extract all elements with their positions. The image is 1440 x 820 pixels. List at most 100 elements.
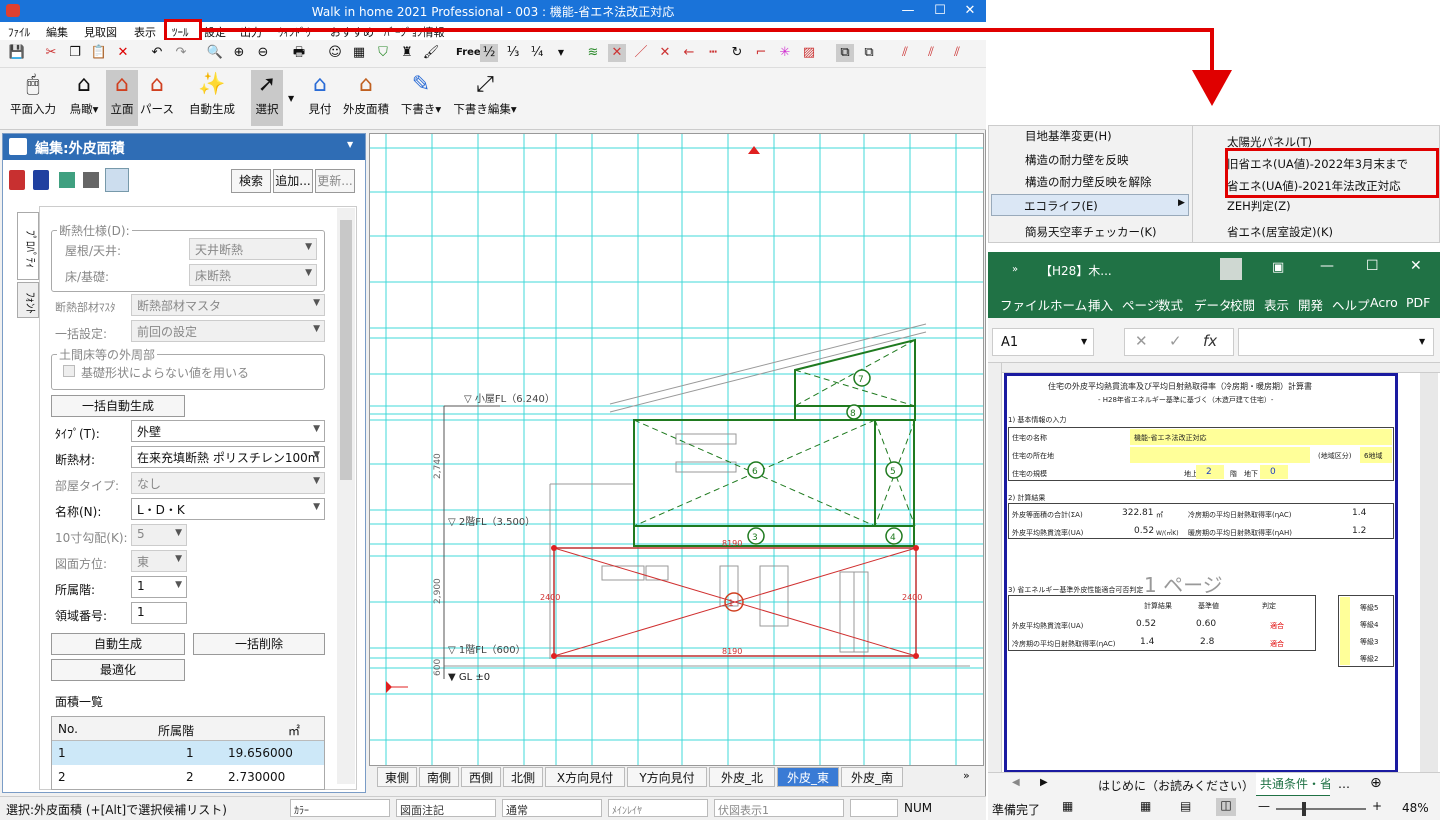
minimize-button[interactable]: —	[890, 0, 926, 22]
add-sheet-icon[interactable]: ⊕	[1370, 775, 1382, 791]
excel-close-button[interactable]: ✕	[1410, 258, 1422, 274]
tab-y-mitsuke[interactable]: Y方向見付	[627, 767, 707, 787]
paint-icon[interactable]: 🖌	[422, 44, 440, 62]
macro-record-icon[interactable]: ▦	[1062, 799, 1073, 813]
save-icon[interactable]: 💾	[8, 44, 26, 62]
excel-maximize-button[interactable]: ☐	[1366, 258, 1379, 274]
arc-icon[interactable]: ↻	[728, 44, 746, 62]
add-button[interactable]: 追加...	[273, 169, 313, 193]
xtab-acrobat[interactable]: Acro	[1370, 295, 1398, 310]
tab-prev-icon[interactable]: ◀	[1012, 777, 1020, 788]
zoom-in-icon[interactable]: ⊕	[230, 44, 248, 62]
plan-input-button[interactable]: 🖱 平面入力	[6, 70, 60, 126]
menu-floorplan[interactable]: 見取図	[84, 24, 117, 40]
select-button[interactable]: ➚ 選択	[251, 70, 283, 126]
panel-menu-arrow-icon[interactable]: ▼	[347, 140, 353, 149]
shield-icon[interactable]: ⛉	[374, 44, 392, 62]
qat-more-icon[interactable]: »	[1012, 264, 1018, 275]
tab-west[interactable]: 西側	[461, 767, 501, 787]
xtab-home[interactable]: ホーム	[1050, 295, 1087, 314]
cross-icon[interactable]: ✕	[656, 44, 674, 62]
menu-edit[interactable]: 編集	[46, 24, 68, 40]
layer-front-icon[interactable]: ⧉	[836, 44, 854, 62]
tab-next-icon[interactable]: ▶	[1040, 777, 1048, 788]
menu-zeh[interactable]: ZEH判定(Z)	[1227, 198, 1291, 214]
close-button[interactable]: ✕	[952, 0, 988, 22]
xtab-review[interactable]: 校閲	[1230, 295, 1255, 314]
property-scrollbar[interactable]	[337, 208, 355, 784]
avatar[interactable]	[1220, 258, 1242, 280]
roof-select[interactable]: 天井断熱 ▼	[189, 238, 317, 260]
auto-generate-button[interactable]: ✨ 自動生成	[184, 70, 240, 126]
quarter-grid-button[interactable]: ¼	[528, 44, 546, 62]
menu-ecolife[interactable]: エコライフ(E) ▶	[991, 194, 1189, 216]
elevation-canvas[interactable]: 7 8 6 5 4 3 1 ▽ 小屋FL（6.240） ▽ 2階FL（3.500…	[369, 133, 984, 766]
function-icon[interactable]: fx	[1203, 332, 1217, 350]
cancel-icon[interactable]: ✕	[1135, 332, 1148, 350]
hatch-1-icon[interactable]: ⫽	[896, 44, 914, 62]
xtab-file[interactable]: ファイル	[1000, 295, 1050, 314]
menu-recommend[interactable]: おすすめ	[330, 24, 374, 40]
menu-window[interactable]: ｳｨﾝﾄﾞｳ	[278, 24, 311, 40]
page-layout-icon[interactable]: ▤	[1180, 799, 1191, 813]
slope-select[interactable]: 5 ▼	[131, 524, 187, 546]
elevation-button[interactable]: ⌂ 立面	[106, 70, 138, 126]
direction-select[interactable]: 東 ▼	[131, 550, 187, 572]
name-select[interactable]: L・D・K ▼	[131, 498, 325, 520]
xtab-data[interactable]: データ	[1194, 295, 1232, 314]
spreadsheet[interactable]: 住宅の外皮平均熱貫流率及び平均日射熱取得率（冷房期・暖房期）計算書 - H28年…	[988, 362, 1440, 773]
active-view-icon[interactable]	[105, 168, 129, 192]
snap-cross-icon[interactable]: ✕	[608, 44, 626, 62]
address-cell[interactable]	[1130, 447, 1310, 463]
xtab-page[interactable]: ページ	[1122, 295, 1159, 314]
xtab-view[interactable]: 表示	[1264, 295, 1289, 314]
paste-icon[interactable]: 📋	[90, 44, 108, 62]
table-icon[interactable]	[83, 172, 99, 188]
menu-room-energy[interactable]: 省エネ(居室設定)(K)	[1227, 224, 1333, 240]
status-annotation[interactable]: 図面注記	[396, 799, 496, 817]
menu-joint-change[interactable]: 目地基準変更(H)	[1025, 128, 1112, 144]
zoom-out-icon[interactable]: —	[1258, 799, 1270, 813]
tab-more-icon[interactable]: …	[1338, 777, 1350, 791]
third-grid-button[interactable]: ⅓	[504, 44, 522, 62]
menu-output[interactable]: 出力	[240, 24, 262, 40]
copy-icon[interactable]: ❐	[66, 44, 84, 62]
xtab-insert[interactable]: 挿入	[1088, 295, 1113, 314]
tab-envelope-east[interactable]: 外皮_東	[777, 767, 839, 787]
rect-icon[interactable]: ▨	[800, 44, 818, 62]
room-type-select[interactable]: なし ▼	[131, 472, 325, 494]
status-mode[interactable]: 通常	[502, 799, 602, 817]
tab-north[interactable]: 北側	[503, 767, 543, 787]
cut-icon[interactable]: ✂	[42, 44, 60, 62]
book-red-icon[interactable]	[9, 170, 25, 190]
floor-select[interactable]: 床断熱 ▼	[189, 264, 317, 286]
status-color[interactable]: ｶﾗｰ	[290, 799, 390, 817]
draft-edit-button[interactable]: ⤢ 下書き編集▾	[450, 70, 520, 126]
excel-minimize-button[interactable]: —	[1320, 258, 1334, 274]
auto-generate-panel-button[interactable]: 自動生成	[51, 633, 185, 655]
bulk-setting-select[interactable]: 前回の設定 ▼	[131, 320, 325, 342]
update-button[interactable]: 更新...	[315, 169, 355, 193]
zoom-out-icon[interactable]: ⊖	[254, 44, 272, 62]
zoom-search-icon[interactable]: 🔍	[206, 44, 224, 62]
bulk-delete-button[interactable]: 一括削除	[193, 633, 325, 655]
type-select[interactable]: 外壁 ▼	[131, 420, 325, 442]
draft-button[interactable]: ✎ 下書き▾	[398, 70, 444, 126]
insulation-select[interactable]: 在来充填断熱 ポリスチレン100m ▼	[131, 446, 325, 468]
scroll-thumb[interactable]	[340, 220, 352, 480]
envelope-area-button[interactable]: ⌂ 外皮面積	[340, 70, 392, 126]
line-icon[interactable]: ／	[632, 44, 650, 62]
menu-view[interactable]: 表示	[134, 24, 156, 40]
material-icon[interactable]: ▦	[350, 44, 368, 62]
menu-file[interactable]: ﾌｧｲﾙ	[8, 24, 30, 40]
asterisk-icon[interactable]: ✳	[776, 44, 794, 62]
sheet-tab-common[interactable]: 共通条件・省	[1256, 773, 1330, 797]
bulk-auto-generate-button[interactable]: 一括自動生成	[51, 395, 185, 417]
zoom-in-icon[interactable]: +	[1372, 799, 1382, 813]
menu-unreflect-walls[interactable]: 構造の耐力壁反映を解除	[1025, 174, 1152, 190]
hatch-2-icon[interactable]: ⫽	[922, 44, 940, 62]
image-icon[interactable]	[59, 172, 75, 188]
select-dropdown-icon[interactable]: ▼	[288, 94, 294, 103]
status-layer[interactable]: ﾒｲﾝﾚｲﾔ	[608, 799, 708, 817]
normal-view-icon[interactable]: ▦	[1140, 799, 1151, 813]
